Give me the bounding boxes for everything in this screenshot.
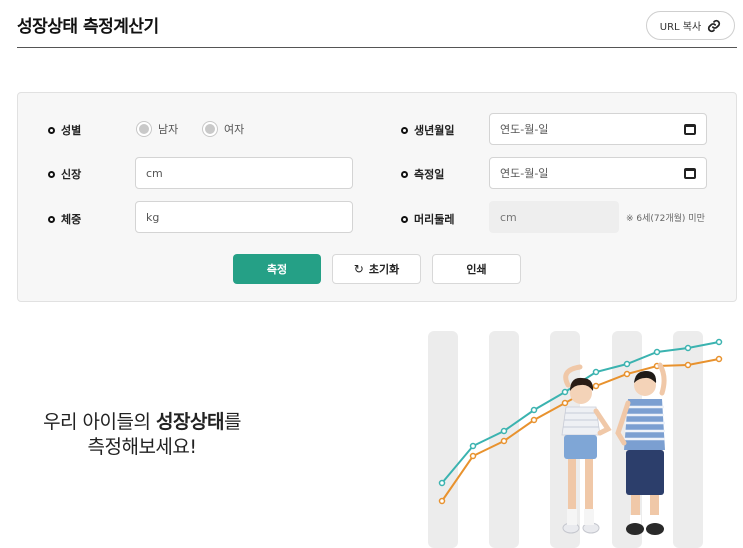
bullet-icon (401, 215, 408, 223)
reset-button[interactable]: ↻ 초기화 (332, 254, 421, 284)
page-title: 성장상태 측정계산기 (17, 17, 159, 37)
link-icon (708, 19, 721, 32)
page-header: 성장상태 측정계산기 URL 복사 (17, 0, 737, 48)
gender-label: 성별 (48, 122, 81, 138)
weight-input[interactable]: kg (135, 201, 353, 233)
measure-form: 성별 남자 여자 신장 cm 체중 kg 생년월일 연도-월-일 측정일 연도-… (17, 92, 737, 302)
refresh-icon: ↻ (353, 262, 364, 276)
measure-date-label: 측정일 (401, 166, 444, 182)
head-circ-input[interactable]: cm (489, 201, 619, 233)
bullet-icon (401, 170, 408, 178)
url-copy-button[interactable]: URL 복사 (646, 11, 735, 40)
bullet-icon (48, 170, 55, 178)
height-input[interactable]: cm (135, 157, 353, 189)
bullet-icon (48, 126, 55, 134)
bullet-icon (48, 215, 55, 223)
print-button[interactable]: 인쇄 (432, 254, 521, 284)
measure-button[interactable]: 측정 (233, 254, 321, 284)
birth-date-label: 생년월일 (401, 122, 454, 138)
bg-bar (428, 331, 458, 548)
gender-radio-male[interactable]: 남자 (136, 121, 178, 137)
gender-radio-female[interactable]: 여자 (202, 121, 244, 137)
head-circ-note: ※ 6세(72개월) 미만 (626, 214, 705, 224)
hero-text: 우리 아이들의 성장상태를 측정해보세요! (43, 411, 241, 458)
calendar-icon[interactable] (684, 167, 696, 179)
height-label: 신장 (48, 166, 81, 182)
weight-label: 체중 (48, 211, 81, 227)
url-copy-label: URL 복사 (659, 22, 702, 33)
radio-icon (202, 121, 218, 137)
head-circ-label: 머리둘레 (401, 211, 454, 227)
bullet-icon (401, 126, 408, 134)
hero-emphasis: 성장상태 (156, 411, 224, 433)
calendar-icon[interactable] (684, 123, 696, 135)
birth-date-input[interactable]: 연도-월-일 (489, 113, 707, 145)
growth-illustration (428, 331, 723, 548)
measure-date-input[interactable]: 연도-월-일 (489, 157, 707, 189)
radio-icon (136, 121, 152, 137)
